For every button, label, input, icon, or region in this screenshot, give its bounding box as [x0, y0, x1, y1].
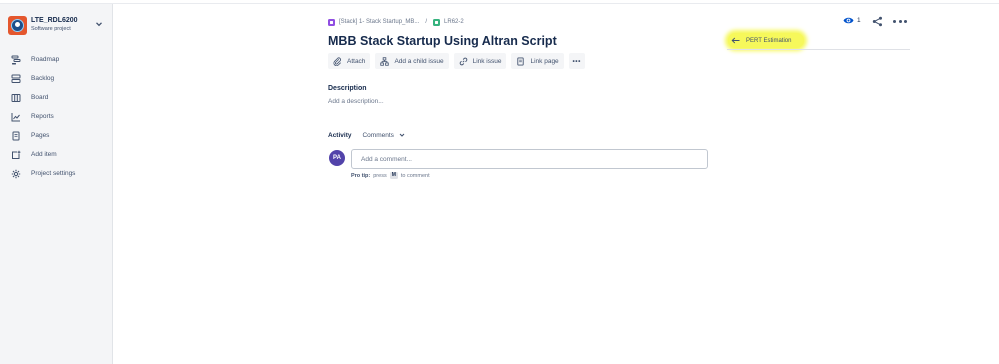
sidebar-item-label: Board	[31, 94, 49, 101]
keyboard-shortcut-key: M	[389, 172, 398, 179]
story-icon	[433, 18, 441, 26]
pert-estimation-label: PERT Estimation	[746, 37, 792, 44]
pages-icon	[12, 131, 20, 140]
link-icon	[459, 57, 467, 65]
breadcrumb-issue-key[interactable]: LR62-2	[444, 19, 464, 25]
sidebar-item-label: Project settings	[31, 170, 76, 177]
breadcrumb: [Stack] 1- Stack Startup_MB... / LR62-2	[328, 17, 464, 27]
chevron-down-icon	[399, 133, 405, 137]
project-name: LTE_RDL6200	[31, 17, 78, 24]
arrow-left-icon	[731, 37, 740, 44]
settings-gear-icon	[11, 169, 21, 178]
activity-heading: Activity	[328, 131, 352, 139]
description-heading: Description	[328, 85, 367, 92]
user-avatar: PA	[329, 150, 345, 166]
issue-toolbar: Attach Add a child issue Link issue Link…	[328, 53, 590, 69]
sidebar-item-backlog[interactable]: Backlog	[0, 69, 112, 88]
top-border	[0, 0, 999, 4]
breadcrumb-epic-link[interactable]: [Stack] 1- Stack Startup_MB...	[339, 19, 419, 25]
description-field[interactable]: Add a description...	[328, 98, 384, 105]
project-sidebar: LTE_RDL6200 Software project Roadmap Bac…	[0, 4, 113, 364]
sidebar-item-project-settings[interactable]: Project settings	[0, 164, 112, 183]
backlog-icon	[11, 74, 21, 83]
sidebar-item-label: Backlog	[31, 75, 55, 82]
board-icon	[11, 93, 21, 102]
link-page-button[interactable]: Link page	[511, 53, 564, 69]
paperclip-icon	[333, 57, 341, 66]
project-type: Software project	[31, 26, 71, 32]
breadcrumb-separator: /	[425, 19, 428, 25]
sidebar-item-label: Add item	[31, 151, 57, 158]
pert-estimation-button[interactable]: PERT Estimation	[728, 33, 804, 48]
reports-icon	[11, 112, 20, 121]
activity-bar: Activity Comments	[328, 131, 406, 139]
sidebar-item-label: Reports	[31, 113, 54, 120]
sidebar-item-board[interactable]: Board	[0, 88, 112, 107]
attach-label: Attach	[347, 57, 366, 65]
activity-filter-value: Comments	[362, 131, 394, 139]
child-issue-icon	[380, 56, 390, 66]
roadmap-icon	[11, 55, 21, 64]
add-child-issue-button[interactable]: Add a child issue	[375, 53, 449, 69]
share-icon[interactable]	[872, 16, 883, 27]
add-item-icon	[12, 150, 21, 159]
sidebar-item-label: Roadmap	[31, 56, 60, 63]
watch-count: 1	[857, 17, 861, 24]
sidebar-item-reports[interactable]: Reports	[0, 107, 112, 126]
protip-press: press	[373, 172, 387, 179]
watch-button[interactable]: 1	[843, 16, 861, 25]
link-issue-label: Link issue	[472, 57, 502, 65]
activity-filter-dropdown[interactable]: Comments	[362, 131, 405, 139]
divider	[727, 49, 910, 50]
page-icon	[517, 56, 525, 66]
link-issue-button[interactable]: Link issue	[453, 53, 507, 69]
protip-suffix: to comment	[400, 172, 430, 179]
project-avatar	[8, 16, 27, 35]
epic-icon	[328, 18, 335, 26]
project-header[interactable]: LTE_RDL6200 Software project	[8, 16, 108, 40]
sidebar-item-pages[interactable]: Pages	[0, 126, 112, 145]
eye-icon	[843, 17, 854, 24]
add-child-label: Add a child issue	[394, 57, 444, 65]
attach-button[interactable]: Attach	[328, 53, 371, 69]
protip-label: Pro tip:	[351, 172, 371, 179]
comment-input[interactable]: Add a comment...	[351, 149, 708, 169]
more-options-icon[interactable]	[893, 16, 907, 27]
sidebar-nav: Roadmap Backlog Board Reports Pages Add …	[0, 50, 112, 183]
issue-title[interactable]: MBB Stack Startup Using Altran Script	[328, 34, 557, 48]
link-page-label: Link page	[530, 57, 559, 65]
chevron-down-icon[interactable]	[94, 19, 104, 29]
sidebar-item-label: Pages	[31, 132, 50, 139]
sidebar-item-add-item[interactable]: Add item	[0, 145, 112, 164]
sidebar-item-roadmap[interactable]: Roadmap	[0, 50, 112, 69]
pro-tip: Pro tip: press M to comment	[351, 172, 430, 179]
more-actions-button[interactable]: •••	[568, 53, 585, 69]
